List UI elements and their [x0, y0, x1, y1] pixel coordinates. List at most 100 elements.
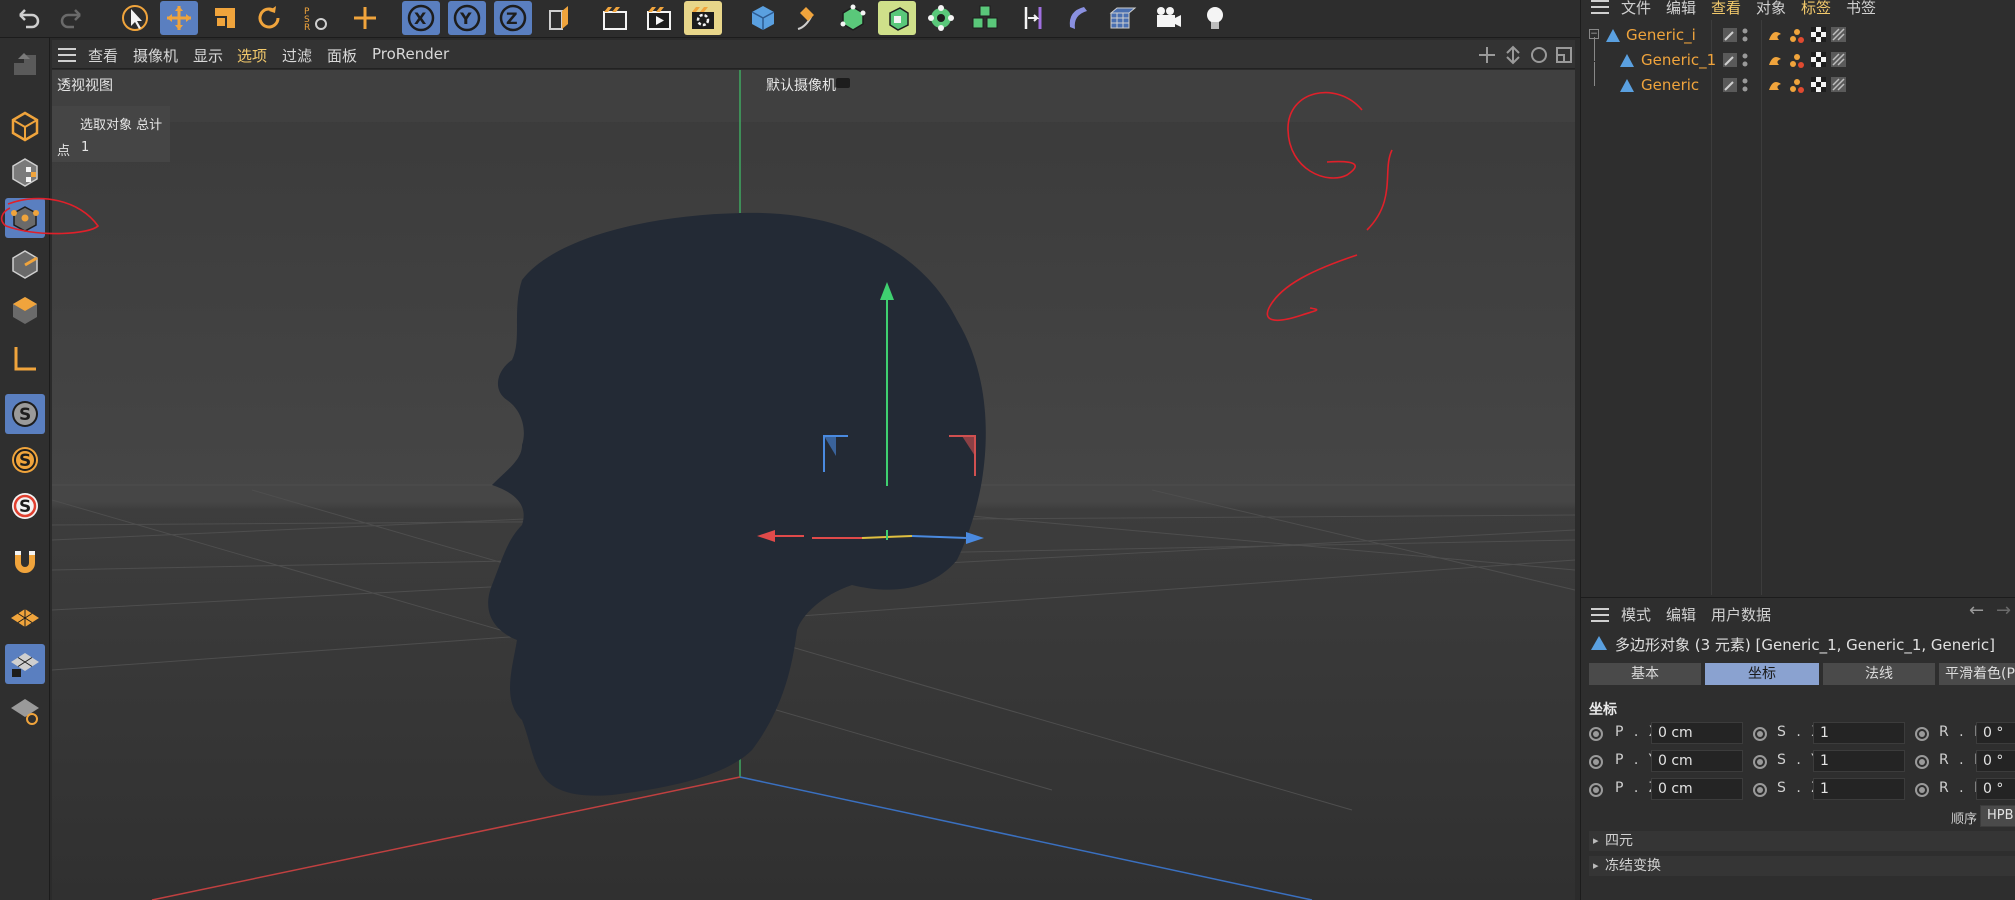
attr-menu-mode[interactable]: 模式: [1621, 604, 1651, 625]
p-z-field[interactable]: 0 cm: [1651, 778, 1743, 800]
r-p-field[interactable]: 0 °: [1976, 750, 2015, 772]
viewport-menu-filter[interactable]: 过滤: [282, 45, 312, 66]
scale-tool-icon[interactable]: [206, 1, 244, 35]
s-z-field[interactable]: 1: [1813, 778, 1905, 800]
om-menu-objects[interactable]: 对象: [1756, 0, 1786, 18]
perspective-viewport[interactable]: 透视视图 默认摄像机 选取对象 总计 点 1: [52, 70, 1575, 900]
render-picture-viewer-icon[interactable]: [640, 1, 678, 35]
y-axis-lock-icon[interactable]: Y: [448, 1, 486, 35]
animate-radio[interactable]: [1753, 755, 1767, 769]
coordinate-system-icon[interactable]: [540, 1, 578, 35]
viewport-menu-display[interactable]: 显示: [193, 45, 223, 66]
edges-mode-icon[interactable]: [5, 244, 45, 284]
om-menu-file[interactable]: 文件: [1621, 0, 1651, 18]
back-arrow-icon[interactable]: ←: [1969, 600, 1984, 621]
snap-icon[interactable]: S: [5, 394, 45, 434]
om-menu-view[interactable]: 查看: [1711, 0, 1741, 18]
selection-tool-icon[interactable]: [116, 1, 154, 35]
hud-row-label: 点: [57, 144, 71, 159]
section-quaternion[interactable]: 四元: [1589, 831, 2015, 851]
mode-toolbar: S S S: [0, 38, 50, 900]
animate-radio[interactable]: [1915, 727, 1929, 741]
order-dropdown[interactable]: HPB: [1980, 805, 2015, 827]
om-menu-bookmarks[interactable]: 书签: [1846, 0, 1876, 18]
object-name[interactable]: Generic_1: [1641, 51, 1716, 69]
object-name[interactable]: Generic_i: [1626, 26, 1696, 44]
object-name[interactable]: Generic: [1641, 76, 1699, 94]
viewport-navigation-icons[interactable]: [1477, 45, 1573, 65]
camera-object-icon[interactable]: [1150, 1, 1188, 35]
model-mode-icon[interactable]: [5, 106, 45, 146]
viewport-menu-panel[interactable]: 面板: [327, 45, 357, 66]
viewport-menu-prorender[interactable]: ProRender: [372, 45, 449, 63]
p-y-field[interactable]: 0 cm: [1651, 750, 1743, 772]
animate-radio[interactable]: [1753, 727, 1767, 741]
animate-radio[interactable]: [1589, 727, 1603, 741]
om-menu-edit[interactable]: 编辑: [1666, 0, 1696, 18]
animate-radio[interactable]: [1589, 783, 1603, 797]
pen-spline-icon[interactable]: [788, 1, 826, 35]
svg-text:Z: Z: [506, 9, 518, 28]
forward-arrow-icon[interactable]: →: [1996, 600, 2011, 621]
object-status-and-tags[interactable]: [1721, 24, 1891, 99]
rotate-tool-icon[interactable]: [250, 1, 288, 35]
viewport-menu-options[interactable]: 选项: [237, 45, 267, 66]
move-tool-icon[interactable]: [160, 1, 198, 35]
animate-radio[interactable]: [1915, 783, 1929, 797]
floor-object-icon[interactable]: [1104, 1, 1142, 35]
subdivision-surface-icon[interactable]: [834, 1, 872, 35]
r-h-field[interactable]: 0 °: [1976, 722, 2015, 744]
viewport-menu-icon[interactable]: [58, 48, 76, 62]
svg-text:R: R: [304, 23, 310, 33]
tab-coordinates[interactable]: 坐标: [1705, 663, 1819, 685]
svg-text:S: S: [19, 405, 31, 425]
red-annotation-points-mode: [0, 197, 100, 235]
workplane-icon[interactable]: [5, 598, 45, 638]
mograph-cloner-icon[interactable]: [922, 1, 960, 35]
animate-radio[interactable]: [1753, 783, 1767, 797]
tab-basic[interactable]: 基本: [1589, 663, 1701, 685]
texture-mode-icon[interactable]: [5, 152, 45, 192]
array-cubes-icon[interactable]: [966, 1, 1004, 35]
undo-icon[interactable]: [8, 1, 46, 35]
r-b-field[interactable]: 0 °: [1976, 778, 2015, 800]
om-column-divider: [1711, 20, 1712, 595]
deformer-icon[interactable]: [1014, 1, 1052, 35]
section-freeze-transform[interactable]: 冻结变换: [1589, 856, 2015, 876]
make-editable-icon[interactable]: [5, 44, 45, 84]
viewport-menu-cameras[interactable]: 摄像机: [133, 45, 178, 66]
locked-workplane-icon[interactable]: [5, 644, 45, 684]
viewport-menu-view[interactable]: 查看: [88, 45, 118, 66]
workplane-align-icon[interactable]: [5, 690, 45, 730]
object-manager: 文件 编辑 查看 对象 标签 书签 − Generic_i Generic_1 …: [1580, 0, 2015, 597]
psr-tool-icon[interactable]: PSR: [296, 1, 334, 35]
attr-menu-edit[interactable]: 编辑: [1666, 604, 1696, 625]
viewport-camera-label[interactable]: 默认摄像机: [766, 75, 836, 95]
om-menu-tags[interactable]: 标签: [1801, 0, 1831, 18]
attribute-menu-icon[interactable]: [1591, 608, 1609, 622]
x-axis-lock-icon[interactable]: X: [402, 1, 440, 35]
quantize-snap-icon[interactable]: S: [5, 486, 45, 526]
bend-deformer-icon[interactable]: [1058, 1, 1096, 35]
extrude-generator-icon[interactable]: [878, 1, 916, 35]
s-x-field[interactable]: 1: [1813, 722, 1905, 744]
polygons-mode-icon[interactable]: [5, 290, 45, 330]
object-menu-icon[interactable]: [1591, 0, 1609, 14]
animate-radio[interactable]: [1915, 755, 1929, 769]
cube-primitive-icon[interactable]: [744, 1, 782, 35]
axis-mode-icon[interactable]: [5, 338, 45, 378]
render-settings-icon[interactable]: [684, 1, 722, 35]
p-x-field[interactable]: 0 cm: [1651, 722, 1743, 744]
s-y-field[interactable]: 1: [1813, 750, 1905, 772]
render-view-icon[interactable]: [596, 1, 634, 35]
tab-phong[interactable]: 平滑着色(Ph: [1939, 663, 2015, 685]
light-object-icon[interactable]: [1196, 1, 1234, 35]
last-tool-icon[interactable]: [346, 1, 384, 35]
workplane-snap-icon[interactable]: S: [5, 440, 45, 480]
tab-normals[interactable]: 法线: [1823, 663, 1935, 685]
z-axis-lock-icon[interactable]: Z: [494, 1, 532, 35]
magnet-tool-icon[interactable]: [5, 542, 45, 582]
animate-radio[interactable]: [1589, 755, 1603, 769]
attr-menu-userdata[interactable]: 用户数据: [1711, 604, 1771, 625]
redo-icon[interactable]: [54, 1, 92, 35]
